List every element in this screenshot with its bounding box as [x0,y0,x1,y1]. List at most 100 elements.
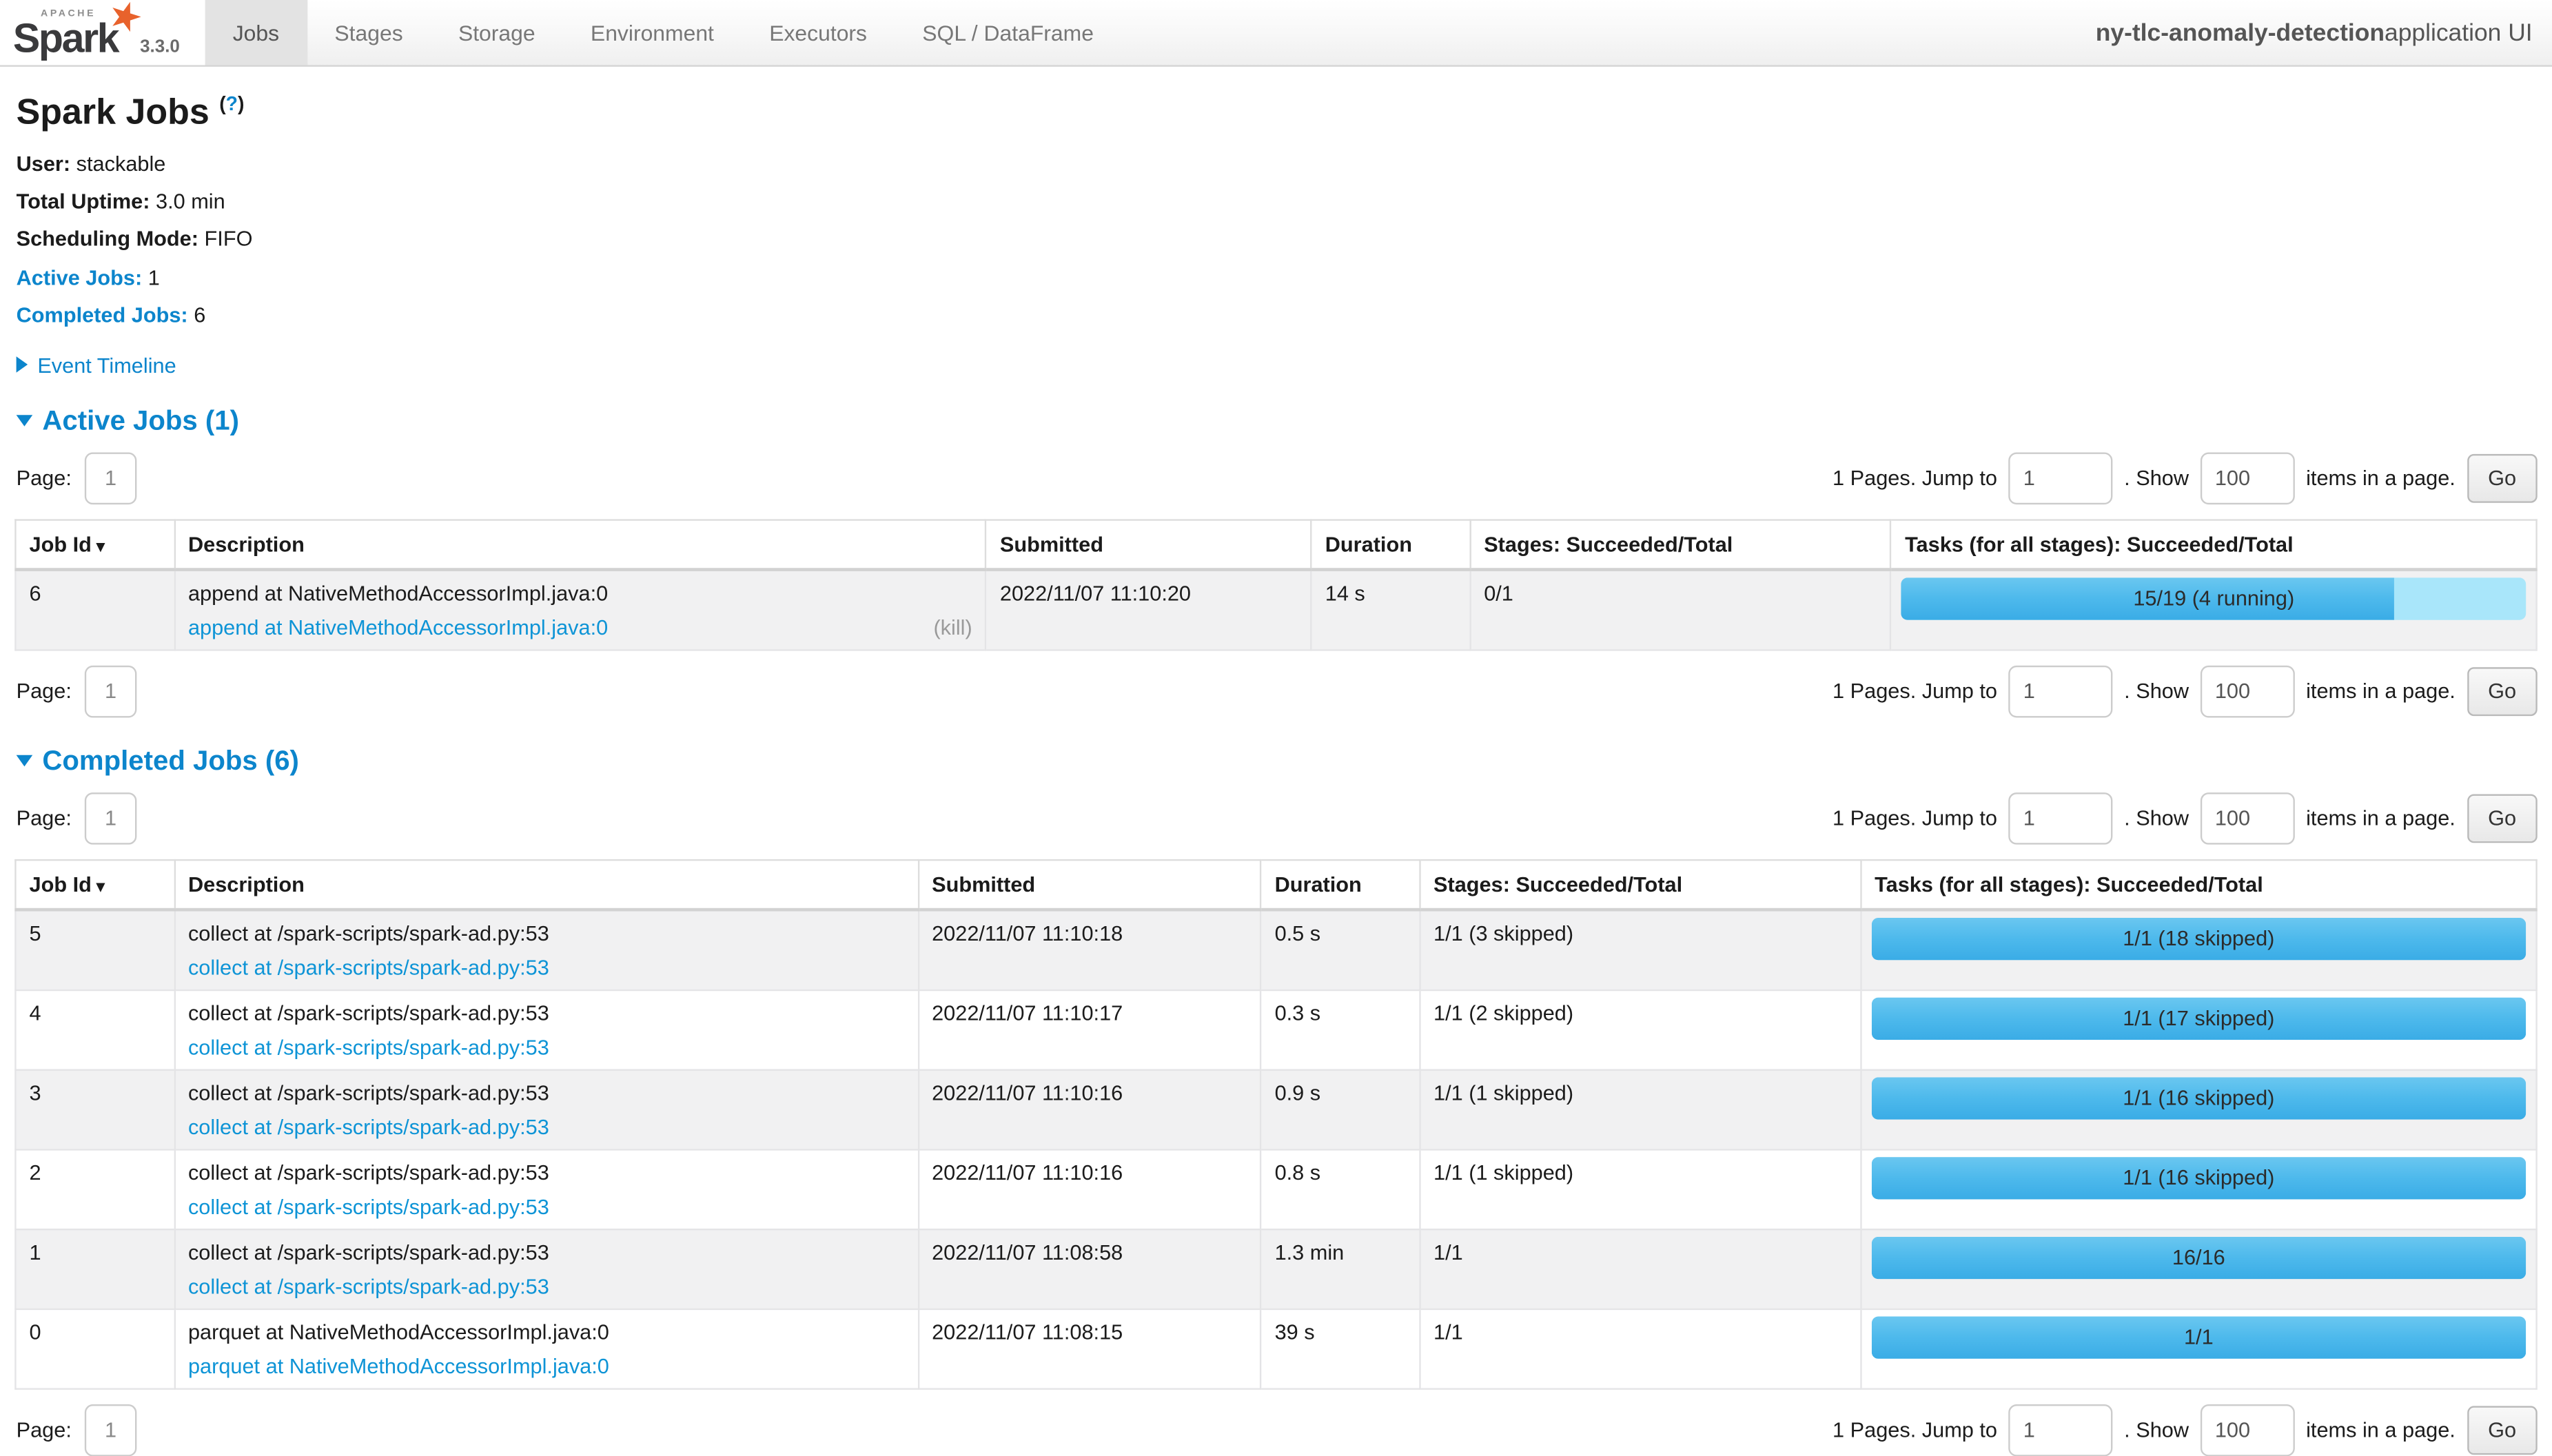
col-submitted[interactable]: Submitted [918,860,1260,910]
top-navbar: APACHE Spark ★ 3.3.0 Jobs Stages Storage… [0,0,2552,67]
progress-label: 1/1 (17 skipped) [1871,998,2526,1040]
tab-environment[interactable]: Environment [563,0,742,65]
job-description-text: collect at /spark-scripts/spark-ad.py:53 [188,1080,904,1105]
items-per-page-input[interactable] [2201,666,2295,718]
job-duration-cell: 0.5 s [1261,910,1420,990]
col-tasks[interactable]: Tasks (for all stages): Succeeded/Total [1861,860,2536,910]
col-tasks[interactable]: Tasks (for all stages): Succeeded/Total [1891,520,2537,569]
items-per-page-input[interactable] [2201,452,2295,504]
sort-desc-icon: ▾ [96,879,105,896]
page-number-input[interactable] [85,452,137,504]
col-duration[interactable]: Duration [1311,520,1470,569]
items-per-page-input[interactable] [2201,1404,2295,1456]
job-summary-list: User: stackable Total Uptime: 3.0 min Sc… [17,150,2538,330]
active-jobs-heading[interactable]: Active Jobs (1) [17,405,2538,438]
table-row: 1 collect at /spark-scripts/spark-ad.py:… [15,1229,2536,1309]
jump-to-page-input[interactable] [2009,452,2113,504]
job-duration-cell: 0.8 s [1261,1149,1420,1229]
application-ui-label: ny-tlc-anomaly-detection application UI [2096,0,2552,65]
job-description-link[interactable]: collect at /spark-scripts/spark-ad.py:53 [188,955,549,979]
tab-jobs[interactable]: Jobs [205,0,307,65]
table-row: 0 parquet at NativeMethodAccessorImpl.ja… [15,1309,2536,1389]
job-description-cell: collect at /spark-scripts/spark-ad.py:53… [174,1070,918,1150]
application-name: ny-tlc-anomaly-detection [2096,19,2385,46]
col-submitted[interactable]: Submitted [986,520,1311,569]
job-description-cell: collect at /spark-scripts/spark-ad.py:53… [174,990,918,1070]
page-label: Page: [17,1418,72,1442]
col-duration[interactable]: Duration [1261,860,1420,910]
progress-label: 15/19 (4 running) [1901,577,2526,619]
tab-storage[interactable]: Storage [431,0,563,65]
job-description-text: parquet at NativeMethodAccessorImpl.java… [188,1320,904,1344]
col-job-id[interactable]: Job Id▾ [15,520,174,569]
col-job-id[interactable]: Job Id▾ [15,860,174,910]
items-in-page-text: items in a page. [2306,1418,2456,1442]
sort-desc-icon: ▾ [96,539,105,557]
spark-logo[interactable]: APACHE Spark ★ 3.3.0 [0,0,205,65]
show-text: . Show [2124,1418,2189,1442]
page-title: Spark Jobs (?) [17,91,2538,133]
job-description-link[interactable]: collect at /spark-scripts/spark-ad.py:53 [188,1194,549,1218]
go-button[interactable]: Go [2467,794,2537,843]
job-description-cell: append at NativeMethodAccessorImpl.java:… [174,569,986,650]
job-submitted-cell: 2022/11/07 11:10:16 [918,1070,1260,1150]
items-in-page-text: items in a page. [2306,466,2456,490]
tasks-progress-bar: 1/1 (18 skipped) [1871,918,2526,960]
event-timeline-toggle[interactable]: Event Timeline [17,353,2538,377]
job-description-cell: parquet at NativeMethodAccessorImpl.java… [174,1309,918,1389]
page-number-input[interactable] [85,792,137,845]
job-description-link[interactable]: collect at /spark-scripts/spark-ad.py:53 [188,1115,549,1139]
collapse-arrow-right-icon [17,357,28,373]
go-button[interactable]: Go [2467,1406,2537,1455]
table-header-row: Job Id▾ Description Submitted Duration S… [15,860,2536,910]
job-description-text: collect at /spark-scripts/spark-ad.py:53 [188,1240,904,1264]
active-jobs-pagination-top: Page: 1 Pages. Jump to . Show items in a… [17,452,2538,504]
tasks-progress-bar: 1/1 (16 skipped) [1871,1157,2526,1199]
tab-executors[interactable]: Executors [742,0,895,65]
progress-label: 1/1 [1871,1316,2526,1358]
collapse-arrow-down-icon [17,756,33,768]
jump-to-page-input[interactable] [2009,1404,2113,1456]
help-paren-open: ( [219,92,225,115]
table-row: 5 collect at /spark-scripts/spark-ad.py:… [15,910,2536,990]
progress-label: 1/1 (16 skipped) [1871,1157,2526,1199]
application-suffix: application UI [2385,19,2533,46]
job-description-text: collect at /spark-scripts/spark-ad.py:53 [188,1160,904,1185]
completed-jobs-table: Job Id▾ Description Submitted Duration S… [14,859,2537,1390]
completed-jobs-heading[interactable]: Completed Jobs (6) [17,745,2538,777]
col-stages[interactable]: Stages: Succeeded/Total [1470,520,1891,569]
job-description-link[interactable]: parquet at NativeMethodAccessorImpl.java… [188,1354,609,1378]
job-description-link[interactable]: append at NativeMethodAccessorImpl.java:… [188,615,608,639]
col-description[interactable]: Description [174,860,918,910]
tasks-progress-bar: 1/1 (16 skipped) [1871,1077,2526,1119]
active-jobs-link[interactable]: Active Jobs: [17,265,143,289]
job-tasks-cell: 1/1 [1861,1309,2536,1389]
col-stages[interactable]: Stages: Succeeded/Total [1420,860,1861,910]
page-label: Page: [17,679,72,704]
progress-label: 1/1 (18 skipped) [1871,918,2526,960]
jump-to-page-input[interactable] [2009,792,2113,845]
summary-sched-label: Scheduling Mode: [17,227,198,251]
show-text: . Show [2124,679,2189,704]
page-number-input[interactable] [85,666,137,718]
pages-jump-text: 1 Pages. Jump to [1833,679,1997,704]
items-in-page-text: items in a page. [2306,679,2456,704]
go-button[interactable]: Go [2467,667,2537,716]
col-description[interactable]: Description [174,520,986,569]
completed-jobs-link[interactable]: Completed Jobs: [17,303,188,327]
go-button[interactable]: Go [2467,454,2537,503]
help-link[interactable]: ? [226,92,238,115]
job-description-link[interactable]: collect at /spark-scripts/spark-ad.py:53 [188,1274,549,1298]
items-per-page-input[interactable] [2201,792,2295,845]
kill-link[interactable]: (kill) [933,615,972,639]
active-jobs-heading-text: Active Jobs (1) [42,405,239,438]
job-id-cell: 3 [15,1070,174,1150]
tab-sql-dataframe[interactable]: SQL / DataFrame [895,0,1121,65]
event-timeline-label: Event Timeline [37,353,176,377]
spark-logo-art: APACHE Spark ★ [13,5,134,60]
tab-stages[interactable]: Stages [307,0,431,65]
job-description-link[interactable]: collect at /spark-scripts/spark-ad.py:53 [188,1035,549,1059]
jump-to-page-input[interactable] [2009,666,2113,718]
page-number-input[interactable] [85,1404,137,1456]
job-submitted-cell: 2022/11/07 11:10:16 [918,1149,1260,1229]
